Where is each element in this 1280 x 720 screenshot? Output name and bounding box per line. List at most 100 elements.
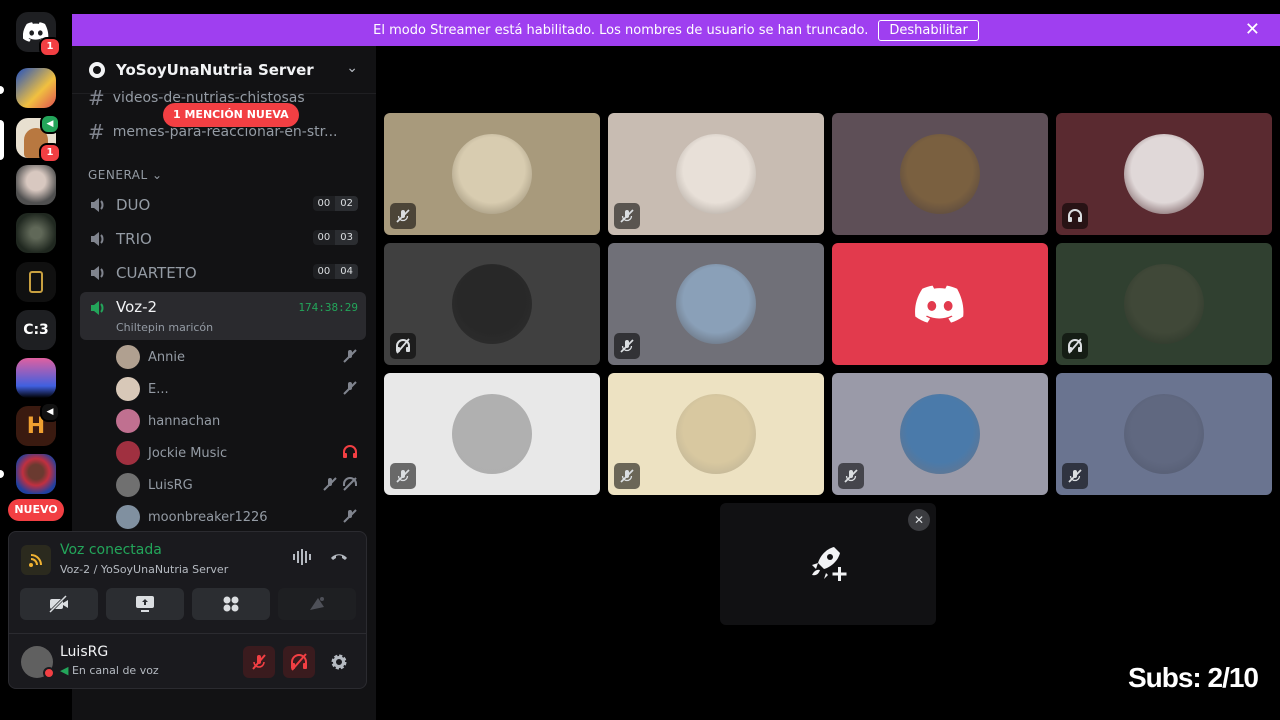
soundboard-icon (310, 597, 324, 610)
mic-off-icon (614, 463, 640, 489)
deafen-button[interactable] (283, 646, 315, 678)
deafen-icon (1062, 333, 1088, 359)
participant-tile[interactable] (608, 373, 824, 495)
participant-tile[interactable] (608, 113, 824, 235)
speaker-icon (91, 266, 104, 280)
headphones-off-icon (291, 653, 307, 671)
participant-tile[interactable] (384, 113, 600, 235)
subs-overlay-counter: Subs: 2/10 (1127, 662, 1259, 693)
screen-share-icon (136, 596, 154, 612)
noise-suppression-icon[interactable] (292, 548, 312, 570)
start-activity-tile[interactable]: ✕ (720, 503, 936, 625)
server-icon-7[interactable] (16, 358, 56, 398)
participant-tile[interactable] (832, 373, 1048, 495)
speaker-icon: ◀ (60, 664, 69, 677)
activities-button[interactable] (192, 588, 270, 620)
voice-active-icon: ◀ (40, 402, 60, 422)
voice-member[interactable]: hannachan (116, 407, 362, 435)
avatar (1124, 394, 1204, 474)
server-icon-3[interactable] (16, 165, 56, 205)
server-icon-1[interactable] (16, 68, 56, 108)
voice-member[interactable]: E... (116, 375, 362, 403)
gear-icon (331, 654, 347, 670)
voice-channel-trio[interactable]: TRIO 00 03 (80, 224, 366, 254)
server-icon-4[interactable] (16, 213, 56, 253)
participant-tile[interactable] (384, 243, 600, 365)
server-icon-8[interactable]: H ◀ (16, 402, 60, 446)
participant-tile[interactable] (608, 243, 824, 365)
user-limit-counter: 00 02 (312, 196, 358, 211)
mic-off-icon (614, 203, 640, 229)
participant-tile[interactable] (1056, 373, 1272, 495)
avatar (900, 394, 980, 474)
mic-off-icon (838, 463, 864, 489)
disconnect-icon[interactable] (329, 548, 349, 570)
status-dnd-indicator (43, 667, 55, 679)
mic-off-icon (343, 509, 357, 523)
home-unread-badge: 1 (39, 37, 61, 57)
server-icon-9[interactable] (16, 454, 56, 494)
streamer-mode-banner: El modo Streamer está habilitado. Los no… (72, 14, 1280, 46)
voice-member[interactable]: Jockie Music (116, 439, 362, 467)
new-server-badge: NUEVO (8, 499, 64, 521)
avatar (116, 473, 140, 497)
participant-tile[interactable] (384, 373, 600, 495)
rocket-add-icon (812, 547, 847, 581)
call-timer: 174:38:29 (298, 301, 358, 314)
avatar (676, 134, 756, 214)
server-settings-icon (89, 61, 105, 78)
participant-tile[interactable] (832, 113, 1048, 235)
voice-member[interactable]: moonbreaker1226 (116, 503, 362, 531)
avatar (116, 345, 140, 369)
screen-share-button[interactable] (106, 588, 184, 620)
voice-channel-duo[interactable]: DUO 00 02 (80, 190, 366, 220)
disable-streamer-button[interactable]: Deshabilitar (878, 19, 979, 41)
category-general[interactable]: GENERAL ⌄ (88, 168, 163, 182)
close-icon[interactable]: ✕ (1245, 19, 1260, 40)
voice-channel-voz-2[interactable]: Voz-2 Chiltepin maricón 174:38:29 (80, 292, 366, 340)
voice-member[interactable]: LuisRG (116, 471, 362, 499)
speaker-icon (91, 198, 104, 212)
chevron-down-icon: ⌄ (346, 60, 358, 76)
connection-signal-icon[interactable] (21, 545, 51, 575)
speaker-icon (91, 301, 104, 315)
hash-icon: # (88, 86, 105, 110)
unread-indicator (0, 470, 4, 478)
channel-name: Voz-2 (116, 298, 158, 316)
server-icon-yosoyunanutria[interactable]: ◀ 1 (16, 114, 61, 163)
voice-status-subtitle[interactable]: Voz-2 / YoSoyUnaNutria Server (60, 563, 228, 576)
avatar (452, 264, 532, 344)
chevron-down-icon: ⌄ (152, 168, 163, 182)
headphones-off-icon (343, 445, 357, 458)
participant-tile[interactable] (1056, 113, 1272, 235)
deafen-icon (343, 477, 357, 491)
camera-off-button[interactable] (20, 588, 98, 620)
discord-logo-icon (915, 285, 965, 327)
mute-button[interactable] (243, 646, 275, 678)
voice-status-title: Voz conectada (60, 542, 162, 558)
participant-tile[interactable] (832, 243, 1048, 365)
selected-server-indicator (0, 120, 4, 160)
avatar (1124, 264, 1204, 344)
voice-member[interactable]: Annie (116, 343, 362, 371)
mic-off-icon (390, 203, 416, 229)
activities-icon (223, 596, 239, 612)
hash-icon: # (88, 120, 105, 144)
username[interactable]: LuisRG (60, 644, 108, 660)
participant-tile[interactable] (1056, 243, 1272, 365)
mic-off-icon (343, 349, 357, 363)
server-icon-c3[interactable]: C:3 (16, 310, 56, 350)
mic-off-icon (1062, 463, 1088, 489)
avatar (900, 134, 980, 214)
user-settings-button[interactable] (323, 646, 355, 678)
server-icon-5[interactable] (16, 262, 56, 302)
close-icon[interactable]: ✕ (908, 509, 930, 531)
server-unread-badge: 1 (39, 143, 61, 163)
new-mention-pill[interactable]: 1 MENCIÓN NUEVA (163, 103, 299, 127)
avatar (116, 505, 140, 529)
discord-home-button[interactable]: 1 (16, 12, 61, 57)
headphones-icon (1062, 203, 1088, 229)
voice-channel-cuarteto[interactable]: CUARTETO 00 04 (80, 258, 366, 288)
voice-active-icon: ◀ (40, 114, 60, 134)
avatar (116, 441, 140, 465)
